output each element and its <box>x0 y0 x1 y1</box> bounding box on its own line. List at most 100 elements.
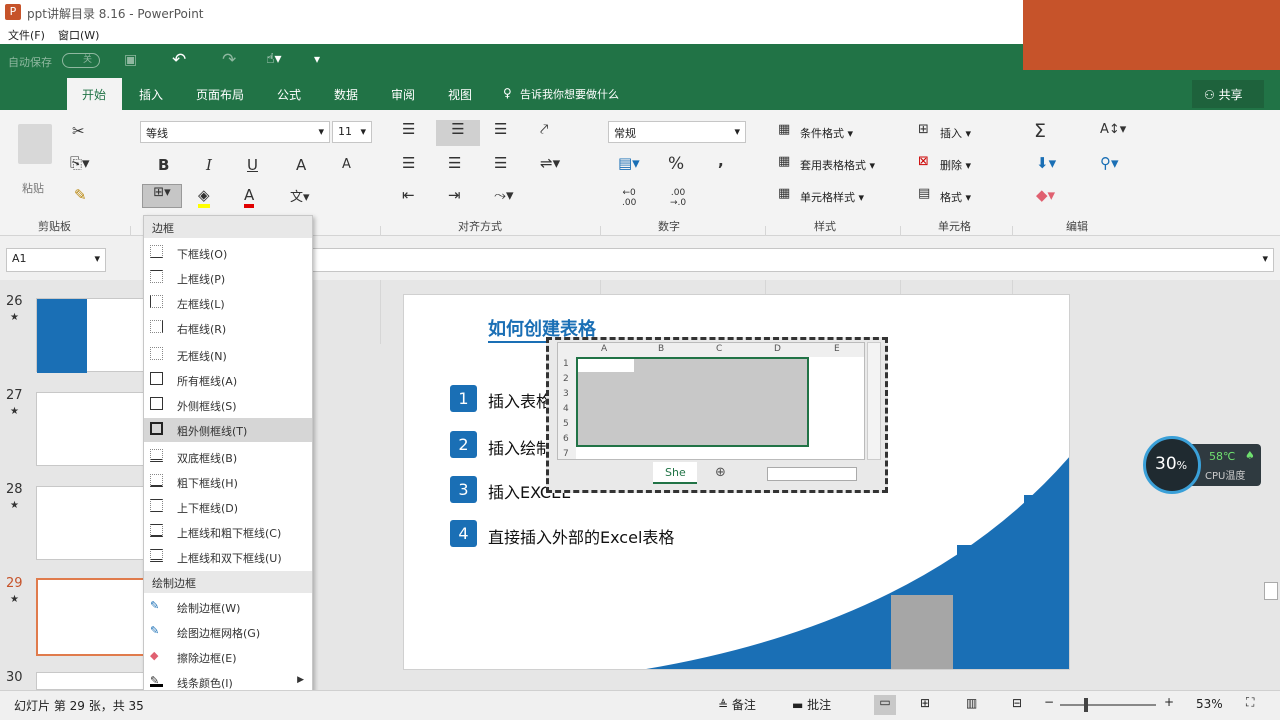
slide-canvas[interactable]: 如何创建表格 1 插入表格 2 插入绘制 3 插入EXCEL 4 直接插入外部的… <box>403 294 1070 670</box>
cut-icon[interactable]: ✂ <box>72 122 85 140</box>
table-format-button[interactable]: 套用表格格式 ▾ <box>800 157 875 173</box>
slide-thumbnail-30[interactable] <box>36 672 146 690</box>
scroll-indicator[interactable] <box>1264 582 1278 600</box>
font-name-select[interactable]: 等线 ▾ <box>140 121 330 143</box>
border-top-double-bottom[interactable]: 上框线和双下框线(U) <box>144 545 312 569</box>
border-outside[interactable]: 外侧框线(S) <box>144 393 312 417</box>
comma-button[interactable]: , <box>718 152 724 170</box>
increase-indent-icon[interactable]: ⇥ <box>448 186 461 204</box>
phonetic-icon[interactable]: 文▾ <box>290 186 310 205</box>
border-top[interactable]: 上框线(P) <box>144 266 312 290</box>
save-icon[interactable]: ▣ <box>124 52 137 68</box>
delete-cells-button[interactable]: 删除 ▾ <box>940 157 971 173</box>
border-thick-outside[interactable]: 粗外侧框线(T) <box>144 418 312 442</box>
fit-slide-icon[interactable]: ⛶ <box>1246 695 1254 710</box>
border-left[interactable]: 左框线(L) <box>144 291 312 315</box>
paste-label[interactable]: 粘贴 <box>22 180 44 196</box>
font-size-select[interactable]: 11 ▾ <box>332 121 372 143</box>
format-painter-icon[interactable]: ✎ <box>74 186 87 204</box>
table-format-icon[interactable]: ▦ <box>778 154 790 169</box>
undo-icon[interactable]: ↶ <box>172 50 186 70</box>
align-left-icon[interactable]: ☰ <box>402 154 415 172</box>
format-cells-icon[interactable]: ▤ <box>918 186 930 201</box>
excel-scroll-h[interactable] <box>767 467 857 481</box>
tab-formulas[interactable]: 公式 <box>277 86 301 103</box>
conditional-format-button[interactable]: 条件格式 ▾ <box>800 125 853 141</box>
slide-thumbnail-28[interactable] <box>36 486 146 560</box>
autosum-button[interactable]: Σ <box>1034 120 1046 142</box>
embedded-excel-object[interactable]: A B C D E 1 2 3 4 5 6 7 She ⊕ <box>546 337 888 493</box>
zoom-thumb[interactable] <box>1084 698 1088 712</box>
cell-style-button[interactable]: 单元格样式 ▾ <box>800 189 864 205</box>
decrease-font-icon[interactable]: A <box>342 157 351 172</box>
share-button[interactable]: ⚇ 共享 <box>1192 80 1264 108</box>
draw-border-grid[interactable]: ✎ 绘图边框网格(G) <box>144 620 312 644</box>
tab-home[interactable]: 开始 <box>82 86 106 103</box>
clear-icon[interactable]: ◆▾ <box>1036 186 1055 204</box>
slide-sorter-icon[interactable]: ⊞ <box>920 696 930 710</box>
zoom-in-icon[interactable]: + <box>1164 695 1174 709</box>
tab-layout[interactable]: 页面布局 <box>196 86 244 103</box>
tab-insert[interactable]: 插入 <box>139 86 163 103</box>
sheet-tab[interactable]: She <box>653 462 697 484</box>
align-right-icon[interactable]: ☰ <box>494 154 507 172</box>
slide-thumbnail-27[interactable] <box>36 392 146 466</box>
fill-color-icon[interactable]: ◈ <box>198 186 210 208</box>
zoom-level[interactable]: 53% <box>1196 697 1223 711</box>
redo-icon[interactable]: ↷ <box>222 50 236 70</box>
orientation-icon[interactable]: ⤤ <box>540 120 548 138</box>
insert-cells-icon[interactable]: ⊞ <box>918 122 929 137</box>
notes-button[interactable]: ≜ 备注 <box>718 696 756 713</box>
currency-icon[interactable]: ▤▾ <box>618 154 640 172</box>
menu-window[interactable]: 窗口(W) <box>58 27 99 43</box>
insert-cells-button[interactable]: 插入 ▾ <box>940 125 971 141</box>
excel-grid[interactable]: A B C D E 1 2 3 4 5 6 7 <box>557 342 865 460</box>
zoom-out-icon[interactable]: − <box>1044 695 1054 709</box>
increase-font-icon[interactable]: A <box>296 156 306 174</box>
slide-thumbnail-29[interactable] <box>36 578 146 656</box>
align-middle-icon[interactable]: ☰ <box>436 120 480 146</box>
font-color-icon[interactable]: A <box>244 186 255 208</box>
tell-me-box[interactable]: 告诉我你想要做什么 <box>520 86 619 102</box>
customize-qat-icon[interactable]: ▾ <box>314 52 320 66</box>
border-right[interactable]: 右框线(R) <box>144 316 312 340</box>
border-double-bottom[interactable]: 双底框线(B) <box>144 445 312 469</box>
excel-scroll-v[interactable] <box>867 342 881 460</box>
border-none[interactable]: 无框线(N) <box>144 343 312 367</box>
copy-icon[interactable]: ⎘▾ <box>70 154 90 172</box>
erase-border[interactable]: ◆ 擦除边框(E) <box>144 645 312 669</box>
draw-border[interactable]: ✎ 绘制边框(W) <box>144 595 312 619</box>
conditional-format-icon[interactable]: ▦ <box>778 122 790 137</box>
increase-decimal-icon[interactable]: ←0.00 <box>622 188 636 208</box>
underline-button[interactable]: U <box>247 156 258 174</box>
autosave-toggle[interactable]: 关 <box>62 53 100 68</box>
paste-icon[interactable] <box>18 124 52 164</box>
cell-style-icon[interactable]: ▦ <box>778 186 790 201</box>
wrap-text-icon[interactable]: ⇌▾ <box>540 154 560 172</box>
decrease-decimal-icon[interactable]: .00 →.0 <box>670 188 686 208</box>
find-icon[interactable]: ⚲▾ <box>1100 154 1119 172</box>
slide-thumbnail-26[interactable] <box>36 298 146 373</box>
border-top-thick-bottom[interactable]: 上框线和粗下框线(C) <box>144 520 312 544</box>
align-center-icon[interactable]: ☰ <box>448 154 461 172</box>
tab-view[interactable]: 视图 <box>448 86 472 103</box>
bold-button[interactable]: B <box>158 156 169 174</box>
menu-file[interactable]: 文件(F) <box>8 27 45 43</box>
tab-review[interactable]: 审阅 <box>391 86 415 103</box>
format-cells-button[interactable]: 格式 ▾ <box>940 189 971 205</box>
align-top-icon[interactable]: ☰ <box>402 120 415 138</box>
border-thick-bottom[interactable]: 粗下框线(H) <box>144 470 312 494</box>
italic-button[interactable]: I <box>206 156 212 174</box>
percent-button[interactable]: % <box>668 154 684 174</box>
slideshow-icon[interactable]: ⊟ <box>1012 696 1022 710</box>
tab-data[interactable]: 数据 <box>334 86 358 103</box>
border-all[interactable]: 所有框线(A) <box>144 368 312 392</box>
decrease-indent-icon[interactable]: ⇤ <box>402 186 415 204</box>
border-top-bottom[interactable]: 上下框线(D) <box>144 495 312 519</box>
comments-button[interactable]: ▬ 批注 <box>792 696 831 713</box>
formula-input[interactable]: ▾ <box>312 248 1274 272</box>
align-bottom-icon[interactable]: ☰ <box>494 120 507 138</box>
sort-filter-icon[interactable]: A↕▾ <box>1100 122 1126 137</box>
reading-view-icon[interactable]: ▥ <box>966 696 977 710</box>
touch-mode-icon[interactable]: ☝▾ <box>266 51 282 67</box>
